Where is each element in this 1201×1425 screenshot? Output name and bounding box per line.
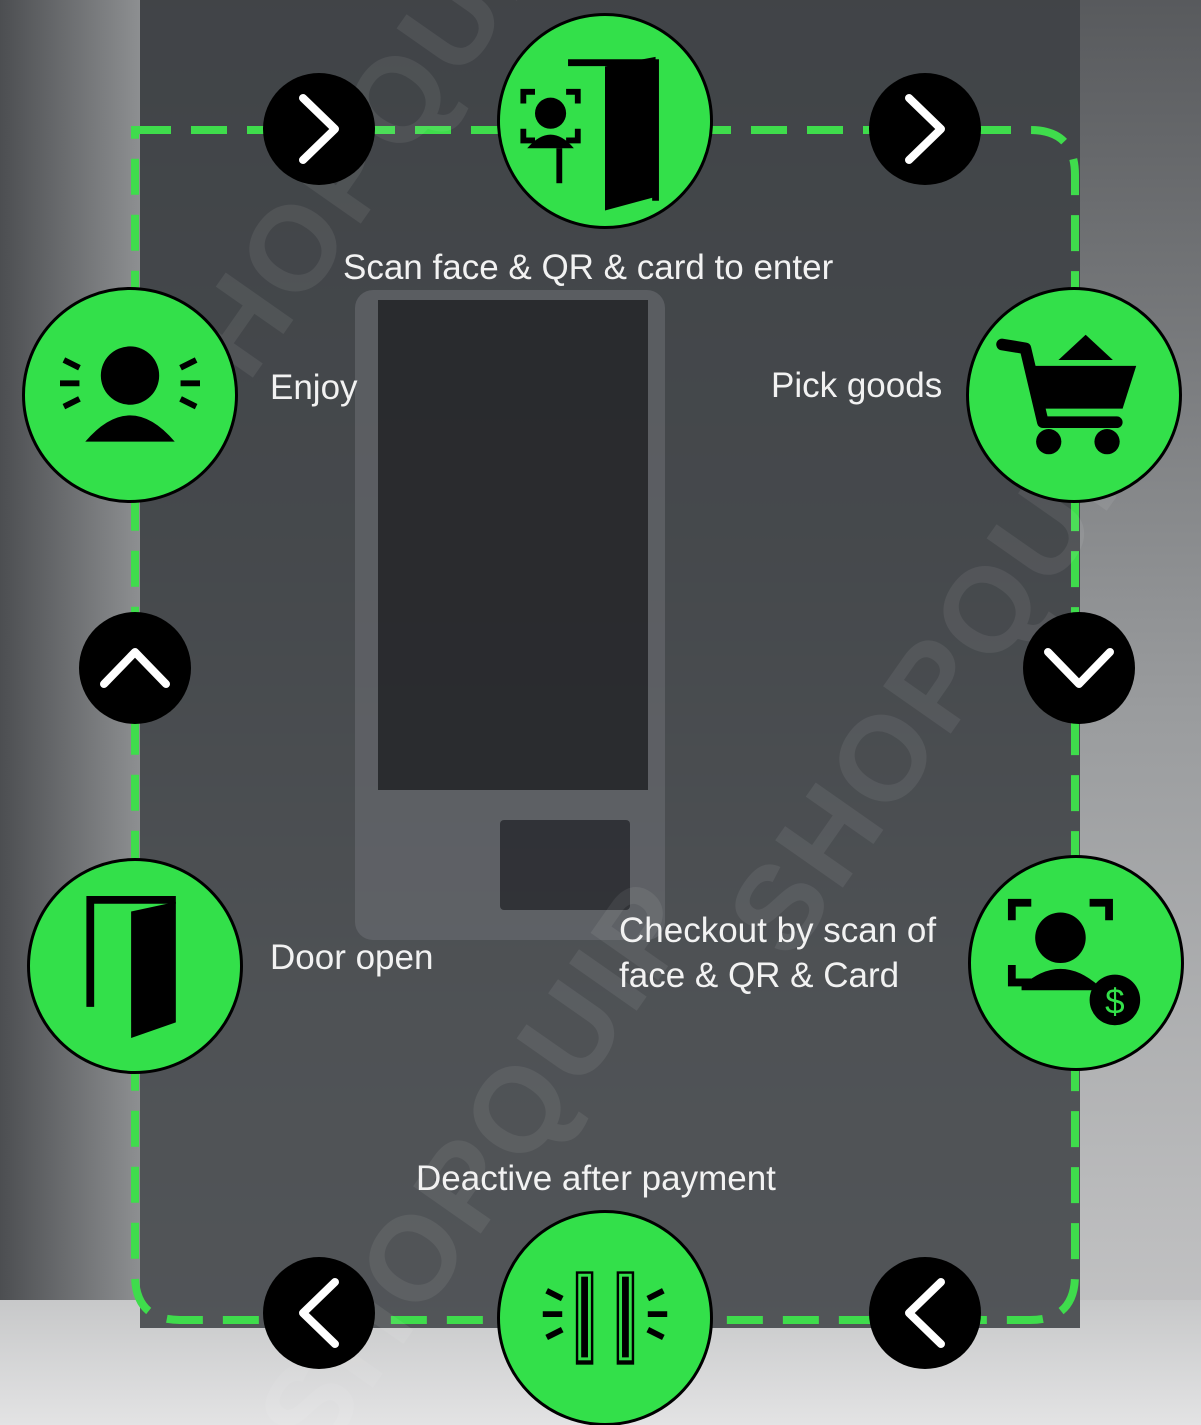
step-label-scan-enter: Scan face & QR & card to enter xyxy=(343,248,834,287)
step-label-enjoy: Enjoy xyxy=(270,368,358,407)
chevron-right-icon xyxy=(869,73,981,185)
chevron-right-icon xyxy=(263,73,375,185)
shopping-cart-icon xyxy=(996,334,1137,455)
chevron-left-icon xyxy=(263,1257,375,1369)
step-scan-enter-node xyxy=(497,13,713,229)
face-scan-door-icon xyxy=(520,56,659,211)
step-label-door-open: Door open xyxy=(270,938,434,977)
step-label-checkout: Checkout by scan of face & QR & Card xyxy=(619,911,937,995)
step-pick-goods-node xyxy=(966,287,1182,503)
step-checkout-node: $ xyxy=(968,855,1184,1071)
svg-text:$: $ xyxy=(1105,983,1124,1022)
face-scan-payment-icon: $ xyxy=(1007,898,1141,1026)
chevron-up-icon xyxy=(79,612,191,724)
step-enjoy-node xyxy=(22,287,238,503)
happy-person-icon xyxy=(60,346,200,442)
step-label-pick-goods: Pick goods xyxy=(771,366,943,405)
step-deactive-node xyxy=(497,1210,713,1425)
step-door-open-node xyxy=(27,858,243,1074)
chevron-left-icon xyxy=(869,1257,981,1369)
open-door-icon xyxy=(86,896,176,1038)
chevron-down-icon xyxy=(1023,612,1135,724)
step-label-deactive: Deactive after payment xyxy=(416,1159,776,1198)
security-gate-icon xyxy=(542,1271,668,1365)
process-diagram: SHOPQUIP SHOPQUIP SHOPQUIP xyxy=(0,0,1201,1425)
